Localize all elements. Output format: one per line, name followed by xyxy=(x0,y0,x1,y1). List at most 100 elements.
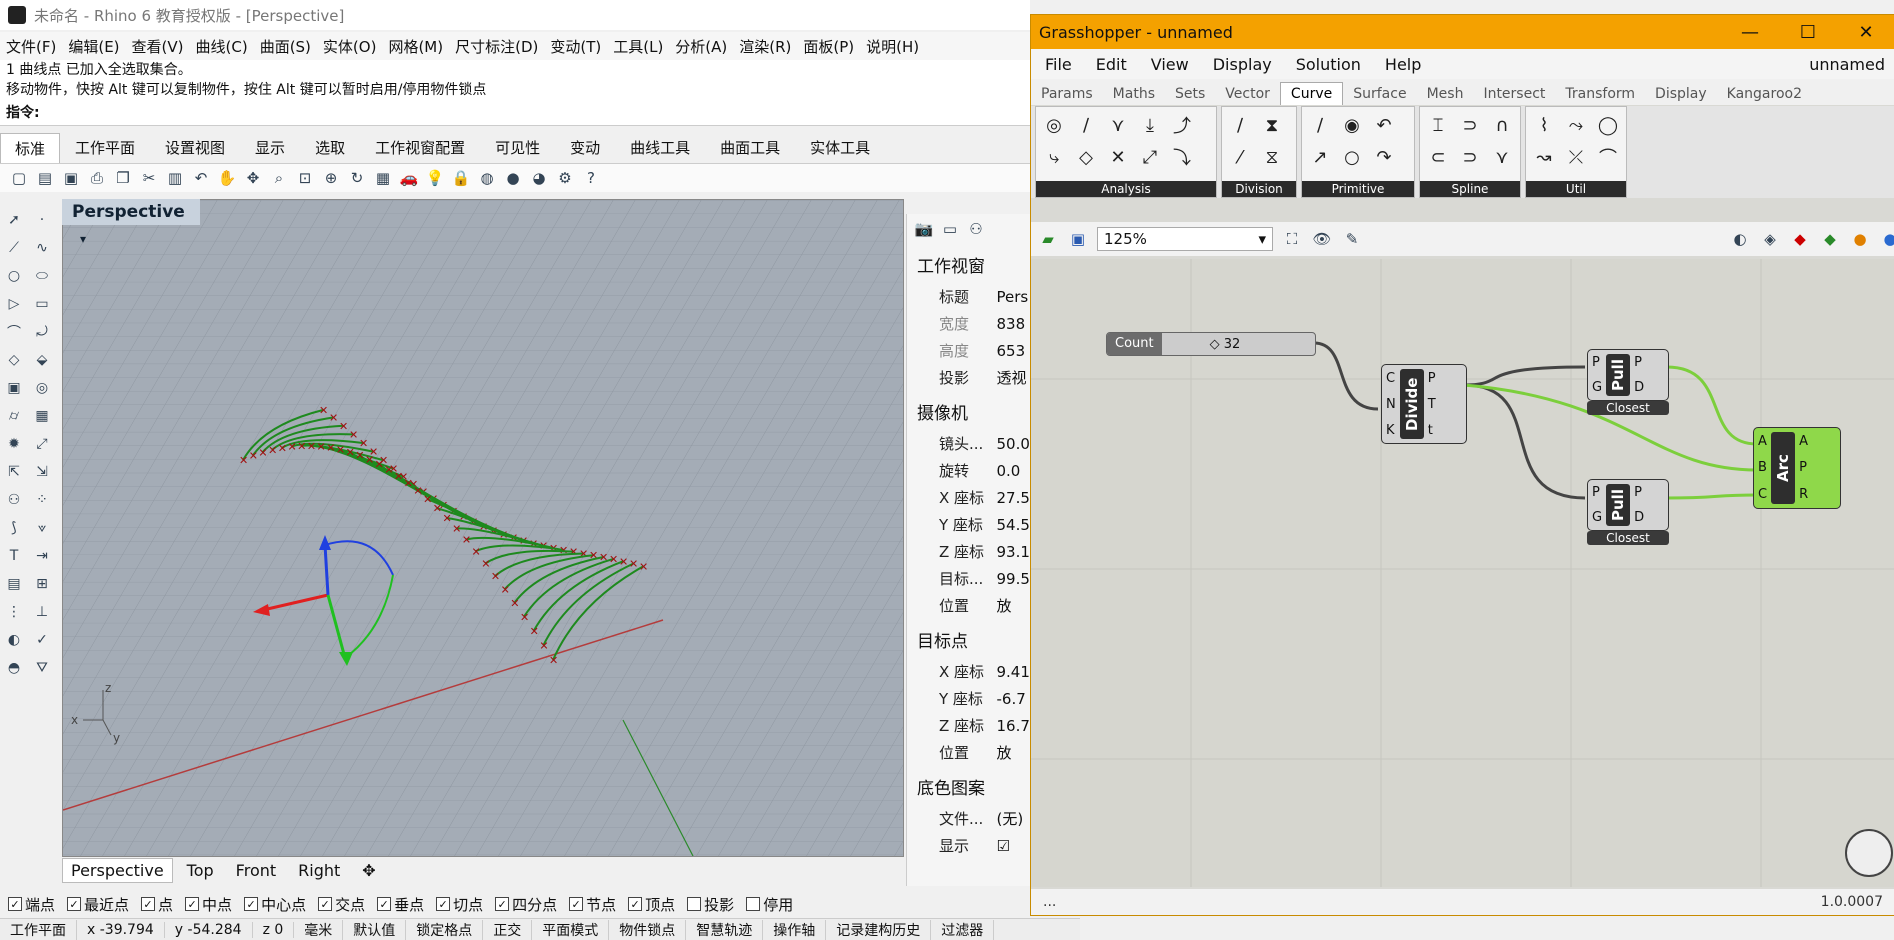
component-icon[interactable]: ⋎ xyxy=(1104,111,1132,139)
dimension-icon[interactable]: ⇥ xyxy=(29,543,55,569)
gh-tab[interactable]: Surface xyxy=(1343,83,1416,105)
eye-icon[interactable]: 👁 xyxy=(1311,228,1333,250)
add-viewport-icon[interactable]: ✥ xyxy=(354,859,383,882)
gh-canvas[interactable]: Count ◇ 32 C N K Divide P T t PG Pull PD… xyxy=(1031,259,1894,887)
boolean-icon[interactable]: ◎ xyxy=(29,375,55,401)
component-icon[interactable]: ∕ xyxy=(1226,111,1254,139)
split-icon[interactable]: ⟇ xyxy=(29,515,55,541)
globe-icon[interactable]: ● xyxy=(1879,228,1894,250)
chevron-down-icon[interactable]: ▾ xyxy=(80,232,86,246)
gh-tab[interactable]: Sets xyxy=(1165,83,1215,105)
navigation-compass-icon[interactable] xyxy=(1845,829,1893,877)
input-c[interactable]: C xyxy=(1386,371,1396,386)
toolbar-tab[interactable]: 工作视窗配置 xyxy=(360,132,480,163)
mesh-icon[interactable]: ▦ xyxy=(29,403,55,429)
loft-icon[interactable]: ⬙ xyxy=(29,347,55,373)
camera-icon[interactable]: 📷 xyxy=(913,218,935,240)
gh-tab[interactable]: Transform xyxy=(1555,83,1645,105)
component-icon[interactable]: ⤫ xyxy=(1562,143,1590,171)
save-icon[interactable]: ▣ xyxy=(60,167,82,189)
menu-item[interactable]: 渲染(R) xyxy=(739,36,791,57)
prop-value[interactable]: 放 xyxy=(997,595,1032,616)
status-item[interactable]: 正交 xyxy=(483,919,533,940)
menu-item[interactable]: 分析(A) xyxy=(675,36,727,57)
toolbar-tab[interactable]: 显示 xyxy=(240,132,300,163)
prop-value[interactable]: 16.7 xyxy=(997,717,1032,735)
layout-icon[interactable]: ⊞ xyxy=(29,571,55,597)
checkbox-icon[interactable]: ✓ xyxy=(8,897,22,911)
menu-item[interactable]: 工具(L) xyxy=(613,36,663,57)
prop-value[interactable]: Pers xyxy=(997,288,1032,306)
check-icon[interactable]: ✓ xyxy=(29,627,55,653)
save-icon[interactable]: ▣ xyxy=(1067,228,1089,250)
divide-component[interactable]: C N K Divide P T t xyxy=(1381,364,1467,444)
input-g[interactable]: G xyxy=(1592,510,1602,525)
menu-item[interactable]: 变动(T) xyxy=(550,36,601,57)
checkbox-icon[interactable] xyxy=(687,897,702,911)
toolbar-tab[interactable]: 曲线工具 xyxy=(615,132,705,163)
array-icon[interactable]: ⁘ xyxy=(29,487,55,513)
zoom-select[interactable]: 125% ▾ xyxy=(1097,227,1273,251)
component-icon[interactable]: ⤓ xyxy=(1136,111,1164,139)
undo-icon[interactable]: ↶ xyxy=(190,167,212,189)
output-p[interactable]: P xyxy=(1634,485,1644,500)
sketch-icon[interactable]: ✎ xyxy=(1341,228,1363,250)
checkbox-icon[interactable]: ✓ xyxy=(436,897,451,911)
wireframe-icon[interactable]: ◈ xyxy=(1759,228,1781,250)
command-prompt[interactable]: 指令: xyxy=(0,103,1036,126)
osnap-checkbox[interactable]: ✓ 中点 xyxy=(185,894,232,915)
component-icon[interactable]: ⧗ xyxy=(1258,111,1286,139)
output-t[interactable]: T xyxy=(1428,397,1436,412)
output-p[interactable]: P xyxy=(1799,460,1808,475)
new-file-icon[interactable]: ▢ xyxy=(8,167,30,189)
render-sphere-icon[interactable]: ◕ xyxy=(528,167,550,189)
checkbox-icon[interactable]: ✓ xyxy=(318,897,333,911)
slider-value[interactable]: ◇ 32 xyxy=(1210,337,1241,352)
toolbar-tab[interactable]: 选取 xyxy=(300,132,360,163)
lock-icon[interactable]: 🔒 xyxy=(450,167,472,189)
input-k[interactable]: K xyxy=(1386,423,1396,438)
render-icon[interactable]: ◓ xyxy=(1,655,27,681)
prop-value[interactable]: 放 xyxy=(997,742,1032,763)
status-item[interactable]: 物件锁点 xyxy=(609,919,687,940)
checkbox-icon[interactable]: ✓ xyxy=(377,897,392,911)
component-icon[interactable]: ∩ xyxy=(1488,111,1516,139)
component-icon[interactable]: ⋎ xyxy=(1488,143,1516,171)
zoom-extents-icon[interactable]: ⛶ xyxy=(1281,228,1303,250)
gh-tab[interactable]: Intersect xyxy=(1473,83,1555,105)
input-b[interactable]: B xyxy=(1758,460,1767,475)
preview-icon[interactable]: ◐ xyxy=(1729,228,1751,250)
input-n[interactable]: N xyxy=(1386,397,1396,412)
viewport-title[interactable]: Perspective ▾ xyxy=(62,199,200,246)
input-g[interactable]: G xyxy=(1592,380,1602,395)
toolbar-tab[interactable]: 可见性 xyxy=(480,132,555,163)
count-slider[interactable]: Count ◇ 32 xyxy=(1106,332,1316,356)
grid-icon[interactable]: ▦ xyxy=(372,167,394,189)
zoom-extents-icon[interactable]: ⊕ xyxy=(320,167,342,189)
status-item[interactable]: 记录建构历史 xyxy=(826,919,932,940)
gear-icon[interactable]: ⚙ xyxy=(554,167,576,189)
prop-value[interactable]: 653 xyxy=(997,342,1032,360)
light-icon[interactable]: ✹ xyxy=(1,431,27,457)
component-icon[interactable]: ◇ xyxy=(1072,143,1100,171)
component-icon[interactable]: ⤴ xyxy=(1168,111,1196,139)
component-icon[interactable]: ⌒ xyxy=(1594,143,1622,171)
prop-value[interactable]: 透视 xyxy=(997,367,1032,388)
component-icon[interactable]: ⤷ xyxy=(1040,143,1068,171)
ribbon-group-label[interactable]: Util xyxy=(1526,181,1626,197)
gh-menu-item[interactable]: Help xyxy=(1385,55,1421,74)
checkbox-icon[interactable]: ✓ xyxy=(185,897,200,911)
osnap-checkbox[interactable]: ✓ 点 xyxy=(141,894,173,915)
shaded-preview-icon[interactable]: ◆ xyxy=(1789,228,1811,250)
print-icon[interactable]: ⎙ xyxy=(86,167,108,189)
osnap-checkbox[interactable]: ✓ 节点 xyxy=(569,894,616,915)
zoom-icon[interactable]: ⌕ xyxy=(268,167,290,189)
gh-menu-item[interactable]: Display xyxy=(1213,55,1272,74)
prop-value[interactable]: 838 xyxy=(997,315,1032,333)
ribbon-group-label[interactable]: Division xyxy=(1222,181,1296,197)
maximize-icon[interactable]: ☐ xyxy=(1779,22,1837,43)
component-icon[interactable]: ∕ xyxy=(1306,111,1334,139)
toolbar-tab[interactable]: 标准 xyxy=(0,133,61,163)
gh-tab[interactable]: Params xyxy=(1031,83,1103,105)
snap-icon[interactable]: ⊥ xyxy=(29,599,55,625)
